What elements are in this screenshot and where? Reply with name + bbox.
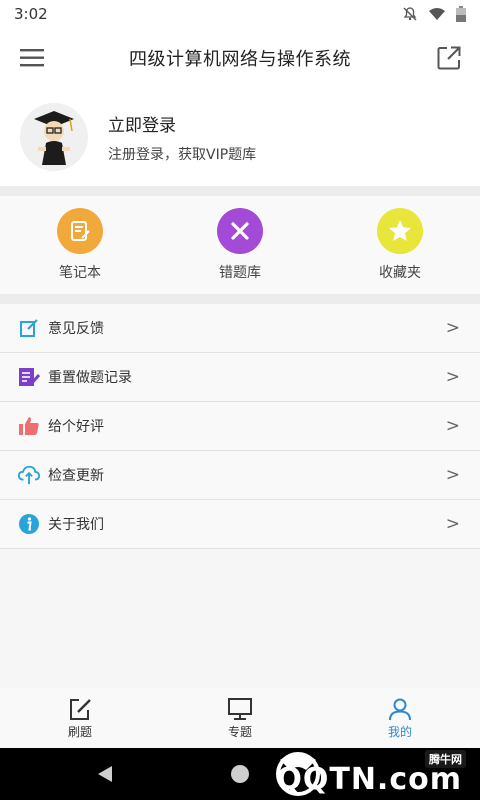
menu-item-feedback[interactable]: 意见反馈 > <box>0 304 480 353</box>
back-icon[interactable] <box>96 765 114 783</box>
edit-icon <box>18 317 40 339</box>
quick-label-notebook: 笔记本 <box>59 265 101 281</box>
thumbs-up-icon <box>18 415 40 437</box>
nav-tab-mine[interactable]: 我的 <box>350 697 450 740</box>
menu-item-about-us[interactable]: 关于我们 > <box>0 500 480 549</box>
quick-label-wrong-answers: 错题库 <box>219 265 261 281</box>
chevron-right-icon: > <box>445 514 460 534</box>
menu-label-reset-records: 重置做题记录 <box>48 370 132 386</box>
chevron-right-icon: > <box>445 367 460 387</box>
status-icons <box>402 6 466 22</box>
quick-item-wrong-answers[interactable]: 错题库 <box>180 208 300 282</box>
login-title[interactable]: 立即登录 <box>108 111 256 136</box>
status-time: 3:02 <box>14 5 48 23</box>
settings-menu: 意见反馈 > 重置做题记录 > 给个好评 > 检查更新 > 关于我们 > <box>0 304 480 549</box>
page-title: 四级计算机网络与操作系统 <box>129 49 351 70</box>
watermark-en-text: QQTN.com <box>276 762 462 797</box>
login-text: 立即登录 注册登录，获取VIP题库 <box>108 111 256 164</box>
notebook-icon <box>57 208 103 254</box>
nav-tab-practice[interactable]: 刷题 <box>30 697 130 740</box>
quick-item-notebook[interactable]: 笔记本 <box>20 208 140 282</box>
login-subtitle: 注册登录，获取VIP题库 <box>108 146 257 163</box>
graduate-avatar-icon <box>34 111 74 165</box>
menu-label-feedback: 意见反馈 <box>48 321 104 337</box>
menu-label-check-update: 检查更新 <box>48 468 104 484</box>
section-divider <box>0 294 480 304</box>
nav-label-topics: 专题 <box>227 724 252 739</box>
menu-item-reset-records[interactable]: 重置做题记录 > <box>0 353 480 402</box>
system-nav-bar: 腾牛网 QQTN.com <box>0 748 480 800</box>
notifications-off-icon <box>403 7 417 21</box>
cloud-upload-icon <box>18 464 40 486</box>
info-icon <box>18 513 40 535</box>
login-banner[interactable]: 立即登录 注册登录，获取VIP题库 <box>0 88 480 186</box>
menu-item-rate-us[interactable]: 给个好评 > <box>0 402 480 451</box>
monitor-icon <box>228 697 252 720</box>
nav-tab-topics[interactable]: 专题 <box>190 697 290 740</box>
share-icon[interactable] <box>436 45 462 71</box>
status-bar: 3:02 <box>0 0 480 28</box>
menu-label-about-us: 关于我们 <box>48 517 104 533</box>
menu-icon[interactable] <box>20 46 46 70</box>
chevron-right-icon: > <box>445 465 460 485</box>
close-icon <box>217 208 263 254</box>
quick-actions: 笔记本 错题库 收藏夹 <box>0 196 480 294</box>
nav-label-practice: 刷题 <box>67 724 92 739</box>
star-icon <box>377 208 423 254</box>
app-header: 四级计算机网络与操作系统 <box>0 28 480 88</box>
document-edit-icon <box>18 366 40 388</box>
bottom-nav: 刷题 专题 我的 <box>0 688 480 748</box>
menu-item-check-update[interactable]: 检查更新 > <box>0 451 480 500</box>
quick-item-favorites[interactable]: 收藏夹 <box>340 208 460 282</box>
wifi-icon <box>429 8 445 20</box>
section-divider <box>0 186 480 196</box>
battery-icon <box>456 6 466 22</box>
home-icon[interactable] <box>229 763 251 785</box>
menu-label-rate-us: 给个好评 <box>48 419 104 435</box>
chevron-right-icon: > <box>445 416 460 436</box>
quick-label-favorites: 收藏夹 <box>379 265 421 281</box>
pencil-icon <box>70 698 91 720</box>
app-screen: 3:02 四级计算机网络与操作系统 立即登录 注册登录，获取VIP题库 笔记本 … <box>0 0 480 800</box>
chevron-right-icon: > <box>445 318 460 338</box>
avatar <box>20 103 88 171</box>
user-icon <box>389 698 411 720</box>
nav-label-mine: 我的 <box>387 724 412 739</box>
